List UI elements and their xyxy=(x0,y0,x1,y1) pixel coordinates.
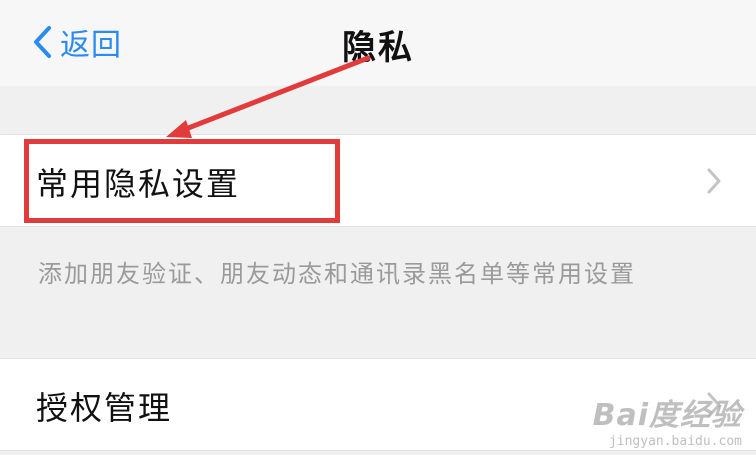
annotation-arrow xyxy=(166,55,371,138)
watermark-url: jingyan.baidu.com xyxy=(608,434,742,449)
watermark-brand: Bai度经验 xyxy=(592,398,742,433)
watermark-logo: Bai度经验 jingyan.baidu.com xyxy=(593,390,742,449)
